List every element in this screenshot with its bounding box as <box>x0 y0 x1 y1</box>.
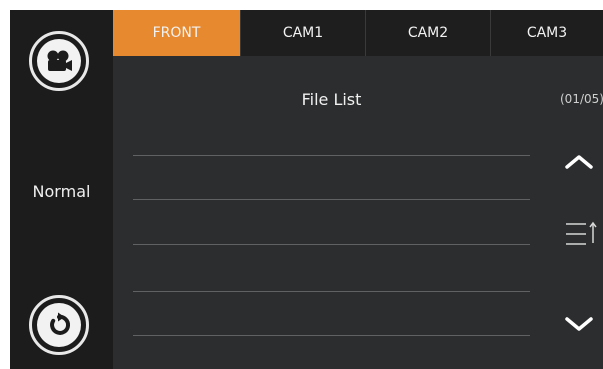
tab-cam2[interactable]: CAM2 <box>365 10 490 56</box>
tab-cam1[interactable]: CAM1 <box>240 10 365 56</box>
tab-cam3[interactable]: CAM3 <box>490 10 603 56</box>
sort-list-icon <box>566 221 597 245</box>
file-list-title: File List <box>301 90 362 109</box>
list-row-divider <box>133 335 530 336</box>
camera-file-browser: Normal FRONT CAM1 CAM2 CAM3 File List (0… <box>10 10 603 369</box>
page-indicator: (01/05) <box>560 92 603 106</box>
tab-front[interactable]: FRONT <box>113 10 240 56</box>
list-row-divider <box>133 291 530 292</box>
list-row-divider <box>133 244 530 245</box>
list-row-divider <box>133 155 530 156</box>
camera-button[interactable] <box>29 31 89 91</box>
chevron-up-icon <box>565 155 593 169</box>
video-camera-icon <box>37 39 81 83</box>
refresh-icon <box>37 303 81 347</box>
recording-mode-label: Normal <box>32 182 91 201</box>
refresh-button[interactable] <box>29 295 89 355</box>
sidebar: Normal <box>10 10 113 369</box>
scroll-up-button[interactable] <box>564 153 594 175</box>
chevron-down-icon <box>565 317 593 331</box>
list-row-divider <box>133 199 530 200</box>
sort-list-button[interactable] <box>564 221 598 251</box>
scroll-down-button[interactable] <box>564 315 594 337</box>
camera-tabs: FRONT CAM1 CAM2 CAM3 <box>113 10 603 56</box>
